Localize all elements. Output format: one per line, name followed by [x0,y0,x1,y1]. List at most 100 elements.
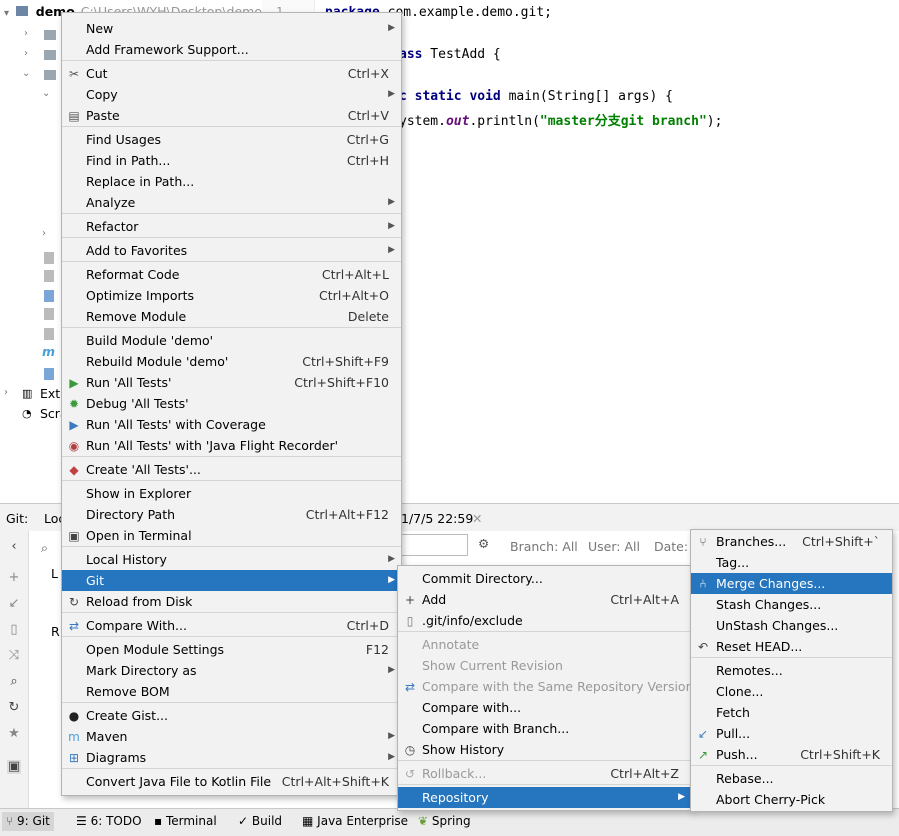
chevron-right-icon[interactable]: › [24,28,28,39]
remote-branches-label[interactable]: R [51,624,60,639]
menu-item-build-module-demo[interactable]: Build Module 'demo' [62,330,401,351]
menu-item-push[interactable]: ↗ Push... Ctrl+Shift+K [691,744,892,765]
menu-separator [62,768,401,769]
menu-item-show-in-explorer[interactable]: Show in Explorer [62,483,401,504]
menu-item-shortcut: Ctrl+H [346,153,389,168]
gear-icon[interactable]: ⚙ [478,536,489,551]
menu-item-create-gist[interactable]: ● Create Gist... [62,705,401,726]
menu-item-maven[interactable]: m Maven ▶ [62,726,401,747]
compare-icon: ⇄ [68,619,80,633]
menu-item-run-all-tests-with-coverage[interactable]: ▶ Run 'All Tests' with Coverage [62,414,401,435]
menu-item-reformat-code[interactable]: Reformat Code Ctrl+Alt+L [62,264,401,285]
menu-item-replace-in-path[interactable]: Replace in Path... [62,171,401,192]
close-icon[interactable]: ✕ [472,511,482,526]
menu-item-analyze[interactable]: Analyze ▶ [62,192,401,213]
tab-build[interactable]: ✓ Build [234,812,286,831]
menu-item-git[interactable]: Git ▶ [62,570,401,591]
menu-item-directory-path[interactable]: Directory Path Ctrl+Alt+F12 [62,504,401,525]
menu-item-run-all-tests-with-java-flight-recorder[interactable]: ◉ Run 'All Tests' with 'Java Flight Recor… [62,435,401,456]
coverage-icon: ▶ [69,418,79,432]
search-icon[interactable]: ⌕ [41,540,48,556]
search-icon[interactable]: ⌕ [7,675,21,689]
branch-filter[interactable]: Branch: All [510,539,578,554]
menu-item-paste[interactable]: ▤ Paste Ctrl+V [62,105,401,126]
code-editor[interactable]: package com.example.demo.git; ass TestAd… [315,0,899,503]
menu-item-annotate[interactable]: Annotate [398,634,691,655]
menu-item-remove-bom[interactable]: Remove BOM [62,681,401,702]
tab-terminal[interactable]: ▪ Terminal [150,812,221,831]
menu-item-compare-with[interactable]: Compare with... [398,697,691,718]
menu-item-repository[interactable]: Repository ▶ [398,787,691,808]
menu-item-mark-directory-as[interactable]: Mark Directory as ▶ [62,660,401,681]
delete-icon[interactable]: ▯ [7,623,21,637]
menu-item-add-to-favorites[interactable]: Add to Favorites ▶ [62,240,401,261]
menu-item-commit-directory[interactable]: Commit Directory... [398,568,691,589]
chevron-down-icon[interactable]: ⌄ [22,68,30,79]
menu-item-abort-cherry-pick[interactable]: Abort Cherry-Pick [691,789,892,810]
menu-item-unstash-changes[interactable]: UnStash Changes... [691,615,892,636]
chevron-right-icon[interactable]: › [24,48,28,59]
menu-item-copy[interactable]: Copy ▶ [62,84,401,105]
menu-item-reset-head[interactable]: ↶ Reset HEAD... [691,636,892,657]
menu-item-rollback[interactable]: ↺ Rollback... Ctrl+Alt+Z [398,763,691,784]
refresh-icon[interactable]: ↻ [7,701,21,715]
menu-item-fetch[interactable]: Fetch [691,702,892,723]
layout-icon[interactable]: ▣ [7,760,21,774]
menu-item-merge-changes[interactable]: ⑃ Merge Changes... [691,573,892,594]
git-tab-label[interactable]: Git: [6,511,28,526]
add-icon[interactable]: + [7,571,21,585]
menu-item-clone[interactable]: Clone... [691,681,892,702]
menu-item-open-in-terminal[interactable]: ▣ Open in Terminal [62,525,401,546]
menu-item-cut[interactable]: ✂ Cut Ctrl+X [62,63,401,84]
menu-item-add-framework-support[interactable]: Add Framework Support... [62,39,401,60]
menu-item-label: Directory Path [86,507,176,522]
menu-item-label: Add [422,592,447,607]
star-icon[interactable]: ★ [7,727,21,741]
tab-git[interactable]: ⑂ 9: Git [2,812,54,831]
menu-item-create-all-tests[interactable]: ◆ Create 'All Tests'... [62,459,401,480]
tab-spring[interactable]: ❦ Spring [414,812,475,831]
chevron-down-icon[interactable]: ⌄ [42,88,50,99]
menu-item-remotes[interactable]: Remotes... [691,660,892,681]
menu-item-compare-with-branch[interactable]: Compare with Branch... [398,718,691,739]
menu-item-convert-java-file-to-kotlin-file[interactable]: Convert Java File to Kotlin File Ctrl+Alt… [62,771,401,792]
chevron-right-icon[interactable]: › [42,228,46,239]
menu-item-debug-all-tests[interactable]: ✹ Debug 'All Tests' [62,393,401,414]
menu-item-compare-with[interactable]: ⇄ Compare With... Ctrl+D [62,615,401,636]
menu-item-run-all-tests[interactable]: ▶ Run 'All Tests' Ctrl+Shift+F10 [62,372,401,393]
user-filter[interactable]: User: All [588,539,640,554]
menu-item-rebase[interactable]: Rebase... [691,768,892,789]
tab-java-enterprise[interactable]: ▦ Java Enterprise [298,812,412,831]
menu-item-open-module-settings[interactable]: Open Module Settings F12 [62,639,401,660]
chevron-down-icon[interactable]: ▾ [4,8,9,19]
menu-item-find-in-path[interactable]: Find in Path... Ctrl+H [62,150,401,171]
menu-item-new[interactable]: New ▶ [62,18,401,39]
menu-item-label: Maven [86,729,128,744]
arrow-icon[interactable]: ↙ [7,597,21,611]
menu-item-find-usages[interactable]: Find Usages Ctrl+G [62,129,401,150]
back-icon[interactable]: ‹ [7,540,21,554]
tab-label: Java Enterprise [317,814,409,828]
file-icon [44,308,54,320]
menu-item-pull[interactable]: ↙ Pull... [691,723,892,744]
menu-item-compare-with-the-same-repository-version[interactable]: ⇄ Compare with the Same Repository Versio… [398,676,694,697]
menu-item-remove-module[interactable]: Remove Module Delete [62,306,401,327]
shelf-icon[interactable]: ⤨ [7,649,21,663]
menu-item-label: Build Module 'demo' [86,333,214,348]
menu-item-add[interactable]: + Add Ctrl+Alt+A [398,589,691,610]
menu-item-git-info-exclude[interactable]: ▯ .git/info/exclude [398,610,691,631]
menu-item-reload-from-disk[interactable]: ↻ Reload from Disk [62,591,401,612]
menu-item-branches[interactable]: ⑂ Branches... Ctrl+Shift+` [691,531,892,552]
menu-item-show-current-revision[interactable]: Show Current Revision [398,655,691,676]
tab-todo[interactable]: ☰ 6: TODO [72,812,146,831]
menu-item-local-history[interactable]: Local History ▶ [62,549,401,570]
local-branches-label[interactable]: L [51,566,58,581]
menu-item-stash-changes[interactable]: Stash Changes... [691,594,892,615]
menu-item-tag[interactable]: Tag... [691,552,892,573]
menu-item-rebuild-module-demo[interactable]: Rebuild Module 'demo' Ctrl+Shift+F9 [62,351,401,372]
menu-item-diagrams[interactable]: ⊞ Diagrams ▶ [62,747,401,768]
menu-item-optimize-imports[interactable]: Optimize Imports Ctrl+Alt+O [62,285,401,306]
menu-item-refactor[interactable]: Refactor ▶ [62,216,401,237]
menu-item-show-history[interactable]: ◷ Show History [398,739,691,760]
chevron-right-icon[interactable]: › [4,387,8,398]
